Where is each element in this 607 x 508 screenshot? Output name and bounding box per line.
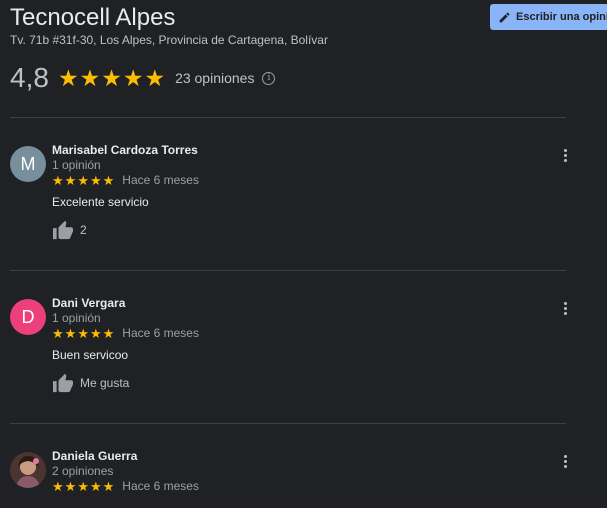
reviewer-review-count: 1 opinión [52, 158, 101, 172]
star-icon: ★ [64, 478, 77, 494]
star-icon: ★ [102, 172, 115, 188]
star-icon: ★ [52, 325, 64, 341]
more-options-button[interactable] [558, 146, 572, 164]
star-icon: ★ [77, 172, 89, 188]
star-icon: ★ [144, 64, 166, 91]
thumbs-up-icon [53, 220, 73, 240]
reviewer-review-count: 1 opinión [52, 311, 101, 325]
reviewer-name[interactable]: Dani Vergara [52, 296, 125, 310]
review-text: Buen servicoo [52, 348, 129, 362]
star-icon: ★ [89, 172, 102, 188]
review-stars: ★ ★ ★ ★ ★ Hace 6 meses [52, 479, 199, 493]
write-review-label: Escribir una opinión [516, 11, 607, 23]
place-address: Tv. 71b #31f-30, Los Alpes, Provincia de… [10, 33, 328, 47]
star-icon: ★ [89, 325, 102, 341]
like-button[interactable]: Me gusta [52, 373, 129, 393]
review-text: Excelente servicio [52, 195, 149, 209]
review-date: Hace 6 meses [122, 173, 199, 187]
star-icon: ★ [64, 325, 77, 341]
reviewer-name[interactable]: Daniela Guerra [52, 449, 137, 463]
rating-stars: ★ ★ ★ ★ ★ [57, 64, 166, 91]
divider [10, 423, 566, 424]
star-icon: ★ [52, 478, 64, 494]
reviewer-name[interactable]: Marisabel Cardoza Torres [52, 143, 198, 157]
like-button[interactable]: 2 [52, 220, 87, 240]
place-title: Tecnocell Alpes [10, 4, 176, 31]
like-count: 2 [80, 223, 87, 237]
more-options-button[interactable] [558, 452, 572, 470]
star-icon: ★ [77, 478, 89, 494]
star-icon: ★ [101, 64, 122, 91]
star-icon: ★ [64, 172, 77, 188]
review-count[interactable]: 23 opiniones [175, 70, 254, 86]
star-icon: ★ [57, 64, 79, 91]
divider [10, 117, 566, 118]
star-icon: ★ [102, 478, 115, 494]
thumbs-up-icon [53, 373, 73, 393]
avatar[interactable]: D [10, 299, 46, 335]
pencil-icon [499, 12, 510, 22]
info-icon[interactable]: i [262, 71, 276, 85]
rating-value: 4,8 [10, 62, 49, 93]
write-review-button[interactable]: Escribir una opinión [490, 4, 607, 30]
avatar[interactable] [10, 452, 46, 488]
profile-photo-icon [10, 452, 46, 488]
divider [10, 270, 566, 271]
like-label: Me gusta [80, 376, 130, 390]
star-icon: ★ [79, 64, 101, 91]
review-date: Hace 6 meses [122, 479, 199, 493]
rating-summary: 4,8 ★ ★ ★ ★ ★ 23 opiniones i [10, 58, 276, 98]
review-stars: ★ ★ ★ ★ ★ Hace 6 meses [52, 326, 199, 340]
star-icon: ★ [102, 325, 115, 341]
star-icon: ★ [89, 478, 102, 494]
star-icon: ★ [77, 325, 89, 341]
star-icon: ★ [52, 172, 64, 188]
star-icon: ★ [122, 64, 144, 91]
avatar[interactable]: M [10, 146, 46, 182]
review-date: Hace 6 meses [122, 326, 199, 340]
reviewer-review-count: 2 opiniones [52, 464, 114, 478]
more-options-button[interactable] [558, 299, 572, 317]
review-stars: ★ ★ ★ ★ ★ Hace 6 meses [52, 173, 199, 187]
